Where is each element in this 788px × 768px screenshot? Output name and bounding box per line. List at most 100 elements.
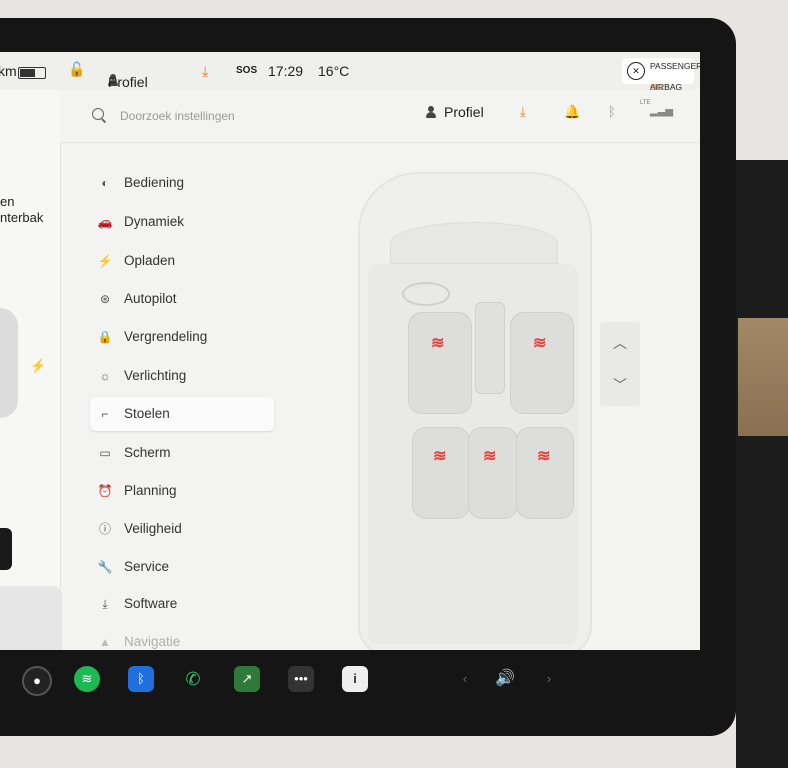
charge-port-icon[interactable]: ⚡ bbox=[30, 358, 46, 374]
status-profile-label: Profiel bbox=[108, 74, 148, 90]
airbag-off-icon: ✕ bbox=[627, 62, 645, 80]
nav-item-scherm[interactable]: ▭ Scherm bbox=[90, 436, 274, 470]
nav-label: Planning bbox=[124, 483, 177, 498]
windshield bbox=[390, 222, 558, 264]
manual-icon[interactable]: i bbox=[342, 666, 368, 692]
center-console bbox=[475, 302, 505, 394]
nav-item-planning[interactable]: ⏰ Planning bbox=[90, 474, 274, 508]
rear-center-seat[interactable]: ≋ bbox=[468, 427, 518, 519]
seat-heater-icon: ≋ bbox=[533, 335, 546, 352]
car-icon: 🚗 bbox=[97, 215, 113, 229]
lock-icon: 🔒 bbox=[97, 330, 113, 344]
nav-item-vergrendeling[interactable]: 🔒 Vergrendeling bbox=[90, 320, 274, 354]
dashboard-trim bbox=[736, 160, 788, 768]
passenger-seat[interactable]: ≋ bbox=[510, 312, 574, 414]
nav-label: Software bbox=[124, 596, 178, 611]
seat-heater-icon: ≋ bbox=[433, 448, 446, 465]
settings-header: Profiel ⤓ 🔔 ᛒ LTE ▂▃▅ bbox=[60, 90, 700, 143]
nav-label: Bediening bbox=[124, 175, 185, 190]
nav-item-bediening[interactable]: ◐ Bediening bbox=[90, 166, 274, 200]
steering-wheel-icon: ⊛ bbox=[99, 292, 111, 306]
download-icon: ⤓ bbox=[102, 597, 108, 611]
nav-label: Navigatie bbox=[124, 634, 181, 649]
chevron-down-icon[interactable]: ﹀ bbox=[600, 364, 640, 406]
nav-item-verlichting[interactable]: ☼ Verlichting bbox=[90, 359, 274, 393]
lock-open-icon[interactable]: 🔓 bbox=[68, 61, 85, 78]
seat-heater-icon: ≋ bbox=[537, 448, 550, 465]
nav-label: Stoelen bbox=[124, 406, 170, 421]
status-bar: km 🔓 Profiel ⤓ SOS 17:29 16°C ✕ PASSENGE… bbox=[0, 52, 700, 92]
nav-label: Veiligheid bbox=[124, 521, 182, 536]
car-thumbnail[interactable] bbox=[0, 586, 62, 650]
rear-right-seat[interactable]: ≋ bbox=[516, 427, 574, 519]
nav-label: Vergrendeling bbox=[124, 329, 208, 344]
energy-app-icon[interactable]: ↗ bbox=[234, 666, 260, 692]
wood-trim bbox=[738, 318, 788, 436]
seat-icon: ⌐ bbox=[101, 407, 109, 421]
driver-seat[interactable]: ≋ bbox=[408, 312, 472, 414]
vehicle-card-line2[interactable]: nterbak bbox=[0, 210, 43, 225]
car-render bbox=[0, 308, 18, 418]
alarm-clock-icon: ⏰ bbox=[97, 484, 113, 498]
spotify-icon[interactable]: ≋ bbox=[74, 666, 100, 692]
bell-icon[interactable]: 🔔 bbox=[564, 104, 580, 120]
seat-heater-icon: ≋ bbox=[483, 448, 496, 465]
nav-label: Verlichting bbox=[124, 368, 187, 383]
person-icon bbox=[426, 106, 436, 118]
passenger-airbag-indicator: ✕ PASSENGER AIRBAG ON bbox=[622, 58, 700, 92]
card-button[interactable] bbox=[0, 528, 12, 570]
display-icon: ▭ bbox=[99, 446, 111, 460]
toggle-icon: ◐ bbox=[101, 176, 109, 190]
airbag-line1: PASSENGER bbox=[650, 61, 700, 71]
range-text: km bbox=[0, 63, 17, 79]
outside-temperature: 16°C bbox=[318, 63, 350, 79]
download-icon[interactable]: ⤓ bbox=[520, 104, 526, 120]
steering-wheel bbox=[402, 282, 450, 306]
bolt-icon: ⚡ bbox=[97, 254, 113, 268]
rear-left-seat[interactable]: ≋ bbox=[412, 427, 470, 519]
header-profile-label: Profiel bbox=[444, 104, 484, 120]
volume-icon[interactable]: 🔊 bbox=[492, 666, 518, 692]
download-icon[interactable]: ⤓ bbox=[202, 63, 208, 80]
seat-scroll-control: ︿ ﹀ bbox=[600, 322, 640, 406]
touchscreen: km 🔓 Profiel ⤓ SOS 17:29 16°C ✕ PASSENGE… bbox=[0, 52, 700, 650]
seat-heater-icon: ≋ bbox=[431, 335, 444, 352]
nav-item-dynamiek[interactable]: 🚗 Dynamiek bbox=[90, 205, 274, 239]
bluetooth-icon[interactable]: ᛒ bbox=[608, 104, 616, 119]
chevron-left-icon[interactable]: ‹ bbox=[452, 666, 478, 692]
nav-item-navigatie[interactable]: ▲ Navigatie bbox=[90, 625, 274, 650]
signal-icon: ▂▃▅ bbox=[650, 106, 674, 117]
light-icon: ☼ bbox=[99, 369, 111, 383]
nav-label: Scherm bbox=[124, 445, 171, 460]
alert-icon: ⓘ bbox=[98, 522, 111, 536]
nav-item-service[interactable]: 🔧 Service bbox=[90, 550, 274, 584]
taskbar: ● ≋ ᛒ ✆ ↗ ••• i ‹ 🔊 › bbox=[0, 650, 736, 706]
chevron-up-icon[interactable]: ︿ bbox=[600, 322, 640, 364]
vehicle-card-line1[interactable]: en bbox=[0, 194, 14, 209]
bluetooth-icon[interactable]: ᛒ bbox=[128, 666, 154, 692]
wrench-icon: 🔧 bbox=[97, 560, 113, 574]
nav-item-software[interactable]: ⤓ Software bbox=[90, 587, 274, 621]
vehicle-card: en nterbak ⚡ bbox=[0, 90, 62, 650]
nav-item-stoelen[interactable]: ⌐ Stoelen bbox=[90, 397, 274, 431]
nav-item-opladen[interactable]: ⚡ Opladen bbox=[90, 244, 274, 278]
more-apps-icon[interactable]: ••• bbox=[288, 666, 314, 692]
nav-item-veiligheid[interactable]: ⓘ Veiligheid bbox=[90, 512, 274, 546]
phone-icon[interactable]: ✆ bbox=[180, 666, 206, 692]
clock-time: 17:29 bbox=[268, 63, 304, 79]
chevron-right-icon[interactable]: › bbox=[536, 666, 562, 692]
nav-item-autopilot[interactable]: ⊛ Autopilot bbox=[90, 282, 274, 316]
search-icon[interactable] bbox=[92, 108, 104, 120]
header-profile-button[interactable]: Profiel bbox=[426, 104, 484, 120]
battery-icon bbox=[18, 67, 46, 79]
settings-nav: ◐ Bediening 🚗 Dynamiek ⚡ Opladen ⊛ Autop… bbox=[60, 142, 300, 650]
nav-label: Dynamiek bbox=[124, 214, 185, 229]
lte-label: LTE bbox=[640, 100, 651, 106]
nav-label: Service bbox=[124, 559, 170, 574]
sos-label[interactable]: SOS bbox=[236, 65, 257, 76]
camera-icon[interactable]: ● bbox=[22, 666, 52, 696]
navigation-icon: ▲ bbox=[99, 635, 111, 649]
seat-heater-diagram: ≋ ≋ ≋ ≋ ≋ bbox=[320, 152, 620, 650]
search-input[interactable] bbox=[120, 106, 370, 126]
nav-label: Autopilot bbox=[124, 291, 177, 306]
